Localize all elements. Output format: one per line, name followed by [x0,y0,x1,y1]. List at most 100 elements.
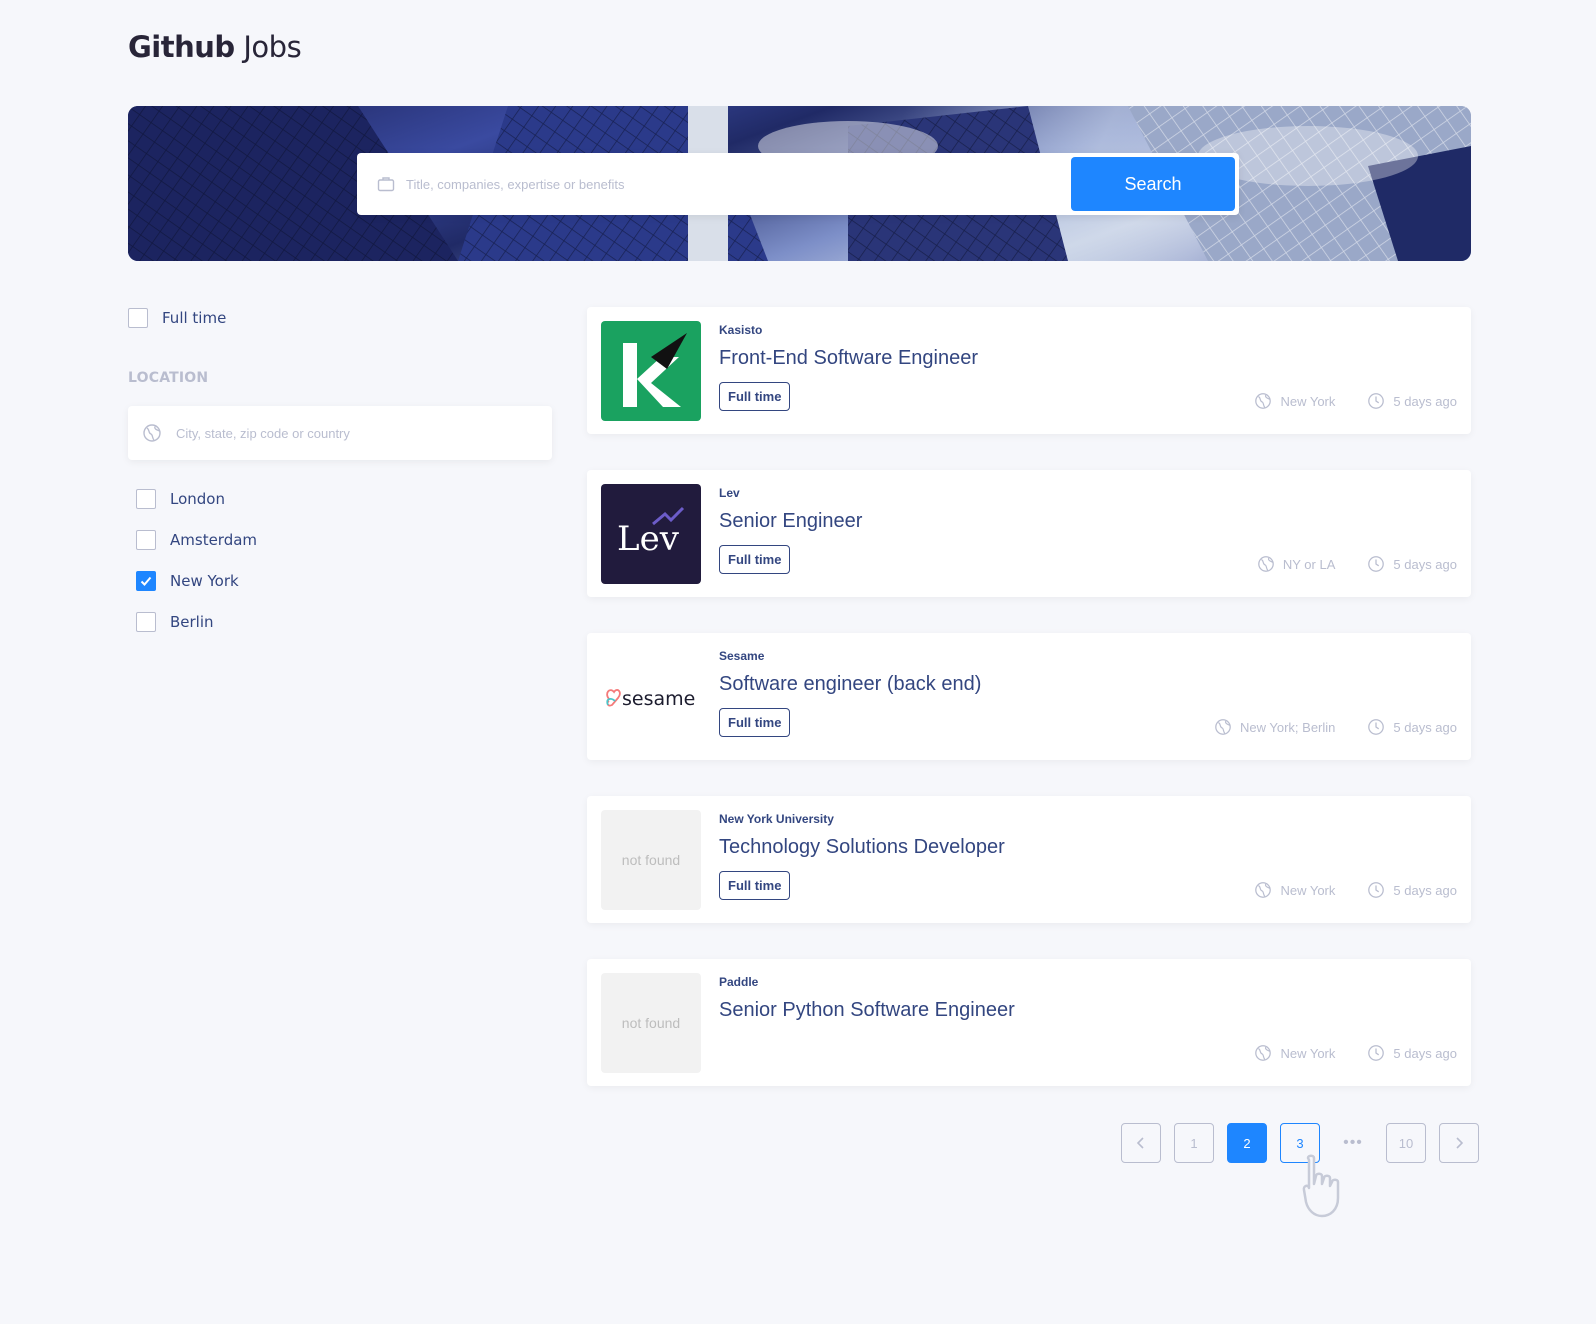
prev-page-button[interactable] [1121,1123,1161,1163]
company-name: Sesame [719,649,765,663]
lev-logo-icon: Lev [617,506,685,559]
job-meta: NY or LA 5 days ago [1257,555,1457,573]
job-location: New York [1254,1044,1335,1062]
lev-logo-text: Lev [617,519,680,559]
location-checkbox[interactable] [136,612,156,632]
full-time-checkbox[interactable] [128,308,148,328]
globe-icon [1255,882,1272,898]
company-logo-placeholder: not found [601,973,701,1073]
job-posted: 5 days ago [1367,1044,1457,1062]
company-name: New York University [719,812,834,826]
app-title-bold: Github [128,30,235,64]
full-time-filter[interactable]: Full time [128,308,226,328]
job-meta: New York 5 days ago [1254,1044,1457,1062]
chevron-left-icon [1136,1137,1144,1149]
globe-icon [1255,393,1272,409]
job-card[interactable]: sesame Sesame Software engineer (back en… [587,633,1471,760]
company-logo-sesame: sesame [601,647,701,747]
location-option-london[interactable]: London [136,489,257,509]
job-location: New York [1254,392,1335,410]
job-posted-text: 5 days ago [1393,393,1457,409]
job-meta: New York 5 days ago [1254,881,1457,899]
search-box: Search [357,153,1239,215]
job-title[interactable]: Software engineer (back end) [719,673,981,696]
company-logo-kasisto [601,321,701,421]
job-card[interactable]: Lev Lev Senior Engineer Full time NY or … [587,470,1471,597]
job-type-tag: Full time [719,708,791,737]
app-title-light: Jobs [243,30,302,64]
job-title[interactable]: Front-End Software Engineer [719,347,978,370]
clock-icon [1368,556,1385,572]
location-options: London Amsterdam New York Berlin [136,489,257,653]
job-title[interactable]: Senior Engineer [719,510,862,533]
job-location-text: NY or LA [1282,556,1336,572]
job-type-tag: Full time [719,382,791,411]
location-option-new-york[interactable]: New York [136,571,257,591]
full-time-label: Full time [162,309,227,327]
job-posted-text: 5 days ago [1393,719,1457,735]
location-option-label: New York [170,572,239,590]
page-button-1[interactable]: 1 [1174,1123,1214,1163]
location-checkbox[interactable] [136,530,156,550]
job-location-text: New York [1280,882,1336,898]
clock-icon [1368,1045,1385,1061]
job-type-tag: Full time [719,871,791,900]
company-name: Kasisto [719,323,763,337]
job-posted: 5 days ago [1367,392,1457,410]
job-location: NY or LA [1257,555,1336,573]
job-list: Kasisto Front-End Software Engineer Full… [587,307,1471,1122]
page-button-2-current[interactable]: 2 [1227,1123,1267,1163]
globe-icon [1215,719,1231,735]
location-option-label: Amsterdam [170,531,258,549]
job-location-text: New York; Berlin [1240,719,1336,735]
location-option-amsterdam[interactable]: Amsterdam [136,530,257,550]
job-posted-text: 5 days ago [1393,556,1457,572]
clock-icon [1368,393,1385,409]
job-posted-text: 5 days ago [1393,882,1457,898]
job-location: New York [1254,881,1335,899]
job-type-tag: Full time [719,545,791,574]
job-posted-text: 5 days ago [1393,1045,1457,1061]
job-card[interactable]: Kasisto Front-End Software Engineer Full… [587,307,1471,434]
location-option-berlin[interactable]: Berlin [136,612,257,632]
job-meta: New York; Berlin 5 days ago [1214,718,1457,736]
page-button-last[interactable]: 10 [1386,1123,1426,1163]
job-location-text: New York [1280,393,1336,409]
job-posted: 5 days ago [1367,718,1457,736]
job-card[interactable]: not found Paddle Senior Python Software … [587,959,1471,1086]
hand-pointer-cursor-icon [1302,1154,1340,1218]
company-logo-placeholder: not found [601,810,701,910]
globe-icon [1258,556,1274,572]
job-location-text: New York [1280,1045,1336,1061]
next-page-button[interactable] [1439,1123,1479,1163]
job-posted: 5 days ago [1367,881,1457,899]
job-card[interactable]: not found New York University Technology… [587,796,1471,923]
briefcase-icon [377,177,395,192]
sesame-logo-text: sesame [622,688,695,710]
app-title: Github Jobs [128,30,302,64]
logo-not-found-text: not found [621,1015,681,1031]
logo-not-found-text: not found [621,852,681,868]
location-checkbox[interactable] [136,489,156,509]
location-input-box [128,406,552,460]
globe-icon [143,424,161,442]
company-name: Lev [719,486,740,500]
job-location: New York; Berlin [1214,718,1335,736]
chevron-right-icon [1456,1137,1464,1149]
company-name: Paddle [719,975,759,989]
location-option-label: Berlin [170,613,214,631]
company-logo-lev: Lev [601,484,701,584]
check-icon [140,576,152,586]
job-posted: 5 days ago [1367,555,1457,573]
globe-icon [1255,1045,1272,1061]
job-meta: New York 5 days ago [1254,392,1457,410]
sesame-logo-icon: sesame [606,688,695,710]
search-button[interactable]: Search [1071,157,1235,211]
location-option-label: London [170,490,225,508]
kasisto-logo-icon [623,333,687,407]
location-checkbox-checked[interactable] [136,571,156,591]
location-input[interactable] [176,415,536,451]
job-title[interactable]: Technology Solutions Developer [719,836,1005,859]
job-title[interactable]: Senior Python Software Engineer [719,999,1015,1022]
search-input[interactable] [406,164,1046,204]
